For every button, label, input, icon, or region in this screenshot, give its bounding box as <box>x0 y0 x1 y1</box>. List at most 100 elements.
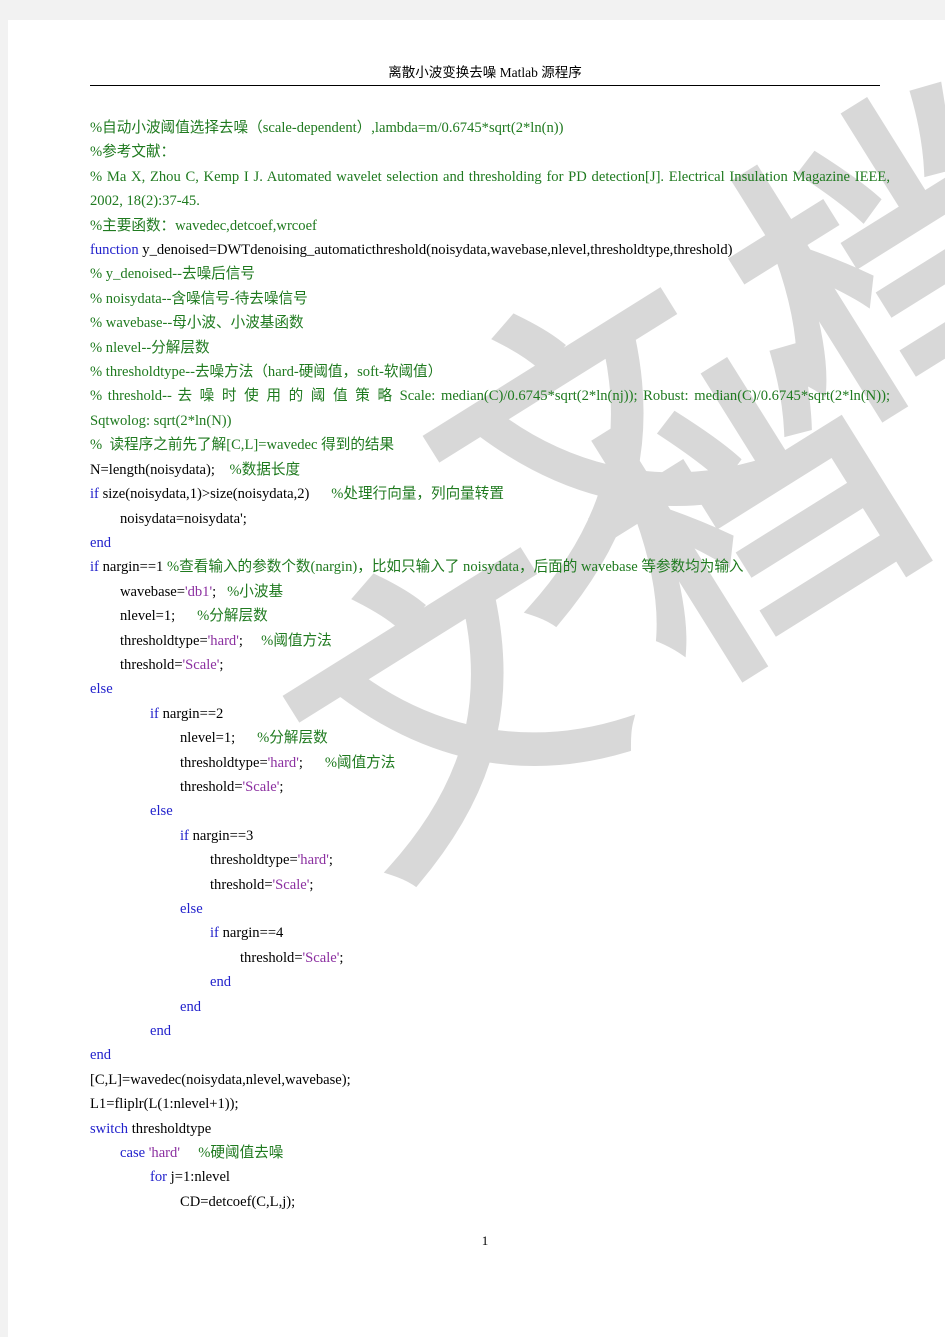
code-line: if size(noisydata,1)>size(noisydata,2) %… <box>90 482 890 506</box>
code-line: for j=1:nlevel <box>90 1165 890 1189</box>
code-line: thresholdtype='hard'; <box>90 848 890 872</box>
code-token-pl: L1=fliplr(L(1:nlevel+1)); <box>90 1096 239 1113</box>
code-token-cm: %分解层数 <box>257 730 328 747</box>
code-token-cm: %小波基 <box>227 583 284 600</box>
code-token-kw: if <box>90 559 99 576</box>
code-line: nlevel=1; %分解层数 <box>90 726 890 750</box>
code-token-pl: j=1:nlevel <box>167 1169 230 1186</box>
code-token-str: 'Scale' <box>242 778 280 795</box>
code-token-pl: [C,L]=wavedec(noisydata,nlevel,wavebase)… <box>90 1071 351 1088</box>
code-token-kw: for <box>150 1169 168 1186</box>
code-token-kw: if <box>90 486 99 503</box>
code-line: thresholdtype='hard'; %阈值方法 <box>90 751 890 775</box>
code-token-pl: y_denoised=DWTdenoising_automaticthresho… <box>138 242 733 259</box>
code-token-pl: ; <box>298 754 325 771</box>
code-token-str: 'hard' <box>297 852 329 869</box>
page-number: 1 <box>481 1233 489 1248</box>
code-token-kw: end <box>90 1047 112 1064</box>
code-line: wavebase='db1'; %小波基 <box>90 580 890 604</box>
code-token-str: 'hard' <box>207 632 239 649</box>
code-token-cm: %阈值方法 <box>261 632 332 649</box>
code-token-pl: nargin==1 <box>98 559 167 576</box>
code-token-pl: nlevel=1; <box>180 730 258 747</box>
code-line: % noisydata--含噪信号-待去噪信号 <box>90 287 890 311</box>
code-token-cm: %查看输入的参数个数(nargin)，比如只输入了 noisydata，后面的 … <box>167 559 744 576</box>
code-token-pl: thresholdtype= <box>120 632 208 649</box>
code-line: threshold='Scale'; <box>90 946 890 970</box>
code-line: if nargin==4 <box>90 921 890 945</box>
code-token-str: 'hard' <box>148 1145 180 1162</box>
code-token-cm: % threshold-- 去 噪 时 使 用 的 阈 值 策 略 Scale:… <box>90 388 890 429</box>
code-token-kw: if <box>180 827 189 844</box>
code-line: % wavebase--母小波、小波基函数 <box>90 311 890 335</box>
code-token-pl: ; <box>339 949 344 966</box>
code-line: else <box>90 799 890 823</box>
code-line: %参考文献： <box>90 140 890 164</box>
code-token-kw: else <box>150 803 173 820</box>
page-footer: 1 <box>90 1232 880 1250</box>
code-token-pl: thresholdtype= <box>180 754 268 771</box>
code-token-cm: % thresholdtype--去噪方法（hard-硬阈值，soft-软阈值） <box>90 364 443 381</box>
code-token-kw: else <box>180 901 203 917</box>
header-title: 离散小波变换去噪 Matlab 源程序 <box>388 65 582 80</box>
code-line: else <box>90 677 890 701</box>
code-line: threshold='Scale'; <box>90 873 890 897</box>
code-token-pl: nargin==3 <box>188 827 254 844</box>
code-line: N=length(noisydata); %数据长度 <box>90 458 890 482</box>
code-token-kw: switch <box>90 1120 129 1137</box>
code-token-kw: else <box>90 681 113 698</box>
code-token-kw: if <box>210 925 219 942</box>
code-token-cm: % y_denoised--去噪后信号 <box>90 266 255 283</box>
code-token-pl: threshold= <box>180 778 243 795</box>
page-header: 离散小波变换去噪 Matlab 源程序 <box>90 64 880 86</box>
code-token-cm: %硬阈值去噪 <box>198 1145 284 1162</box>
code-line: end <box>90 531 890 555</box>
code-token-pl: threshold= <box>240 949 303 966</box>
code-token-kw: case <box>120 1145 146 1162</box>
header-divider <box>90 85 880 86</box>
code-token-kw: end <box>90 534 112 551</box>
code-line: % nlevel--分解层数 <box>90 336 890 360</box>
code-token-kw: end <box>210 974 232 991</box>
code-line: thresholdtype='hard'; %阈值方法 <box>90 629 890 653</box>
code-token-pl: wavebase= <box>120 583 185 600</box>
code-token-pl: ; <box>309 876 314 893</box>
code-line: L1=fliplr(L(1:nlevel+1)); <box>90 1092 890 1116</box>
code-token-str: 'db1' <box>184 583 213 600</box>
code-token-pl: nargin==4 <box>218 925 284 942</box>
code-line: end <box>90 970 890 994</box>
code-token-cm: % nlevel--分解层数 <box>90 339 210 356</box>
code-line: threshold='Scale'; <box>90 653 890 677</box>
code-line: % 读程序之前先了解[C,L]=wavedec 得到的结果 <box>90 433 890 457</box>
code-line: switch thresholdtype <box>90 1117 890 1141</box>
code-token-pl: thresholdtype <box>128 1120 212 1137</box>
code-line: if nargin==3 <box>90 824 890 848</box>
code-token-pl: N=length(noisydata); <box>90 461 230 478</box>
code-token-cm: %阈值方法 <box>324 754 396 771</box>
code-line: if nargin==1 %查看输入的参数个数(nargin)，比如只输入了 n… <box>90 555 890 579</box>
code-line: threshold='Scale'; <box>90 775 890 799</box>
code-token-pl: threshold= <box>210 876 273 893</box>
code-token-pl: ; <box>238 632 262 649</box>
code-token-kw: function <box>90 242 139 259</box>
code-line: % thresholdtype--去噪方法（hard-硬阈值，soft-软阈值） <box>90 360 890 384</box>
code-token-cm: % Ma X, Zhou C, Kemp I J. Automated wave… <box>90 168 890 210</box>
code-token-pl: nlevel=1; <box>120 608 198 625</box>
code-line: %自动小波阈值选择去噪（scale-dependent）,lambda=m/0.… <box>90 116 890 140</box>
code-token-cm: %参考文献： <box>90 144 176 161</box>
code-token-cm: %处理行向量，列向量转置 <box>331 486 504 503</box>
code-line: noisydata=noisydata'; <box>90 507 890 531</box>
code-token-kw: end <box>150 1023 172 1040</box>
code-line: %主要函数：wavedec,detcoef,wrcoef <box>90 214 890 238</box>
code-token-pl: nargin==2 <box>158 705 224 722</box>
source-code-block: %自动小波阈值选择去噪（scale-dependent）,lambda=m/0.… <box>90 116 890 1214</box>
code-token-pl: size(noisydata,1)>size(noisydata,2) <box>98 486 332 503</box>
code-token-pl: ; <box>212 583 228 600</box>
document-page: 文档 文档 离散小波变换去噪 Matlab 源程序 %自动小波阈值选择去噪（sc… <box>8 20 945 1337</box>
code-token-str: 'Scale' <box>272 876 310 893</box>
code-token-str: 'hard' <box>267 754 299 771</box>
code-token-pl: noisydata=noisydata'; <box>120 510 247 527</box>
code-line: % y_denoised--去噪后信号 <box>90 262 890 286</box>
code-line: else <box>90 897 890 921</box>
